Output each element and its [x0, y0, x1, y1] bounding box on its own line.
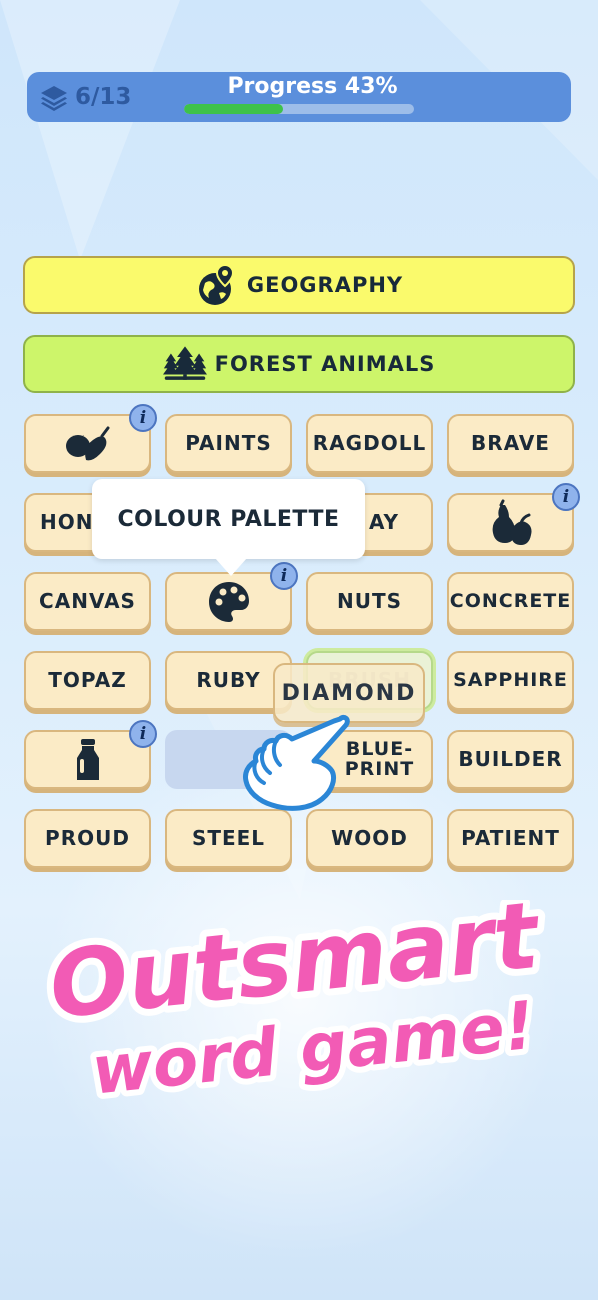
pointing-hand-icon	[243, 714, 350, 811]
fruit-icon	[492, 499, 531, 545]
progress-bar	[184, 104, 414, 114]
tooltip-arrow	[215, 558, 247, 576]
tile-topaz[interactable]: TOPAZ	[24, 651, 151, 710]
category-geography-label: GEOGRAPHY	[246, 273, 404, 297]
tile-nuts[interactable]: NUTS	[306, 572, 433, 631]
layers-icon	[41, 86, 67, 111]
milk-bottle-icon	[76, 738, 99, 780]
progress-fill	[184, 104, 283, 114]
promo-slogan: Outsmart Outsmart word game! word game!	[0, 875, 598, 1140]
level-counter: 6/13	[39, 82, 131, 112]
tile-canvas[interactable]: CANVAS	[24, 572, 151, 631]
tile-builder[interactable]: BUILDER	[447, 730, 574, 789]
level-text: 6/13	[75, 84, 132, 110]
tile-paints[interactable]: PAINTS	[165, 414, 292, 473]
tile-proud[interactable]: PROUD	[24, 809, 151, 868]
hint-tooltip: COLOUR PALETTE	[92, 479, 365, 559]
top-bar: 6/13 Progress 43%	[27, 72, 571, 122]
globe-pin-icon	[198, 263, 234, 305]
slogan-text: Outsmart Outsmart word game! word game!	[38, 875, 553, 1116]
progress-label: Progress 43%	[227, 74, 398, 99]
tile-patient[interactable]: PATIENT	[447, 809, 574, 868]
info-badge[interactable]: i	[129, 720, 157, 748]
category-geography: GEOGRAPHY	[23, 256, 575, 314]
info-badge[interactable]: i	[552, 483, 580, 511]
pine-trees-icon	[162, 346, 207, 380]
vegetables-icon	[65, 426, 109, 460]
tile-steel[interactable]: STEEL	[165, 809, 292, 868]
palette-icon	[208, 581, 249, 622]
tile-ragdoll[interactable]: RAGDOLL	[306, 414, 433, 473]
info-badge[interactable]: i	[270, 562, 298, 590]
tile-concrete[interactable]: CONCRETE	[447, 572, 574, 631]
tile-wood[interactable]: WOOD	[306, 809, 433, 868]
tile-brave[interactable]: BRAVE	[447, 414, 574, 473]
category-forest-animals-label: FOREST ANIMALS	[214, 352, 436, 376]
category-forest-animals: FOREST ANIMALS	[23, 335, 575, 393]
info-badge[interactable]: i	[129, 404, 157, 432]
tile-sapphire[interactable]: SAPPHIRE	[447, 651, 574, 710]
